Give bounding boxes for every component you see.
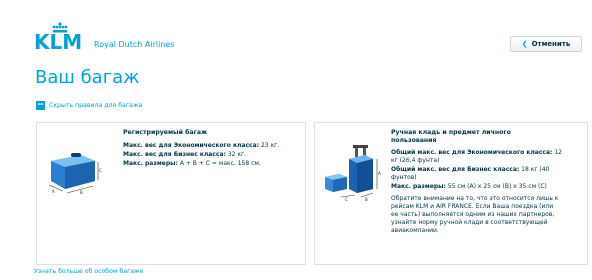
checked-max-size: Макс. размеры: A + B + C = макс. 158 см. bbox=[123, 160, 261, 167]
toggle-baggage-rules-label: Скрыть правила для багажа bbox=[49, 102, 143, 109]
dim-c-label: C bbox=[345, 197, 348, 201]
klm-logo-text: KLM bbox=[34, 30, 83, 54]
cabin-baggage-card: C B A Ручная кладь и предмет личного пол… bbox=[314, 122, 588, 265]
cabin-note-line: авиакомпании. bbox=[391, 227, 439, 234]
cabin-business-weight-cont: фунтов) bbox=[391, 174, 417, 181]
dim-a-label: A bbox=[52, 189, 55, 194]
cabin-note-line: рейсам KLM и AIR FRANCE. Если Ваша поезд… bbox=[391, 203, 554, 210]
cabin-business-weight: Общий макс. вес для Бизнес класса: 18 кг… bbox=[391, 166, 550, 173]
cabin-baggage-title-line1: Ручная кладь и предмет личного bbox=[391, 129, 511, 136]
cabin-economy-weight-cont: кг (26,4 фунта) bbox=[391, 157, 440, 164]
dim-b-label: B bbox=[80, 190, 83, 195]
toggle-baggage-rules[interactable]: − Скрыть правила для багажа bbox=[36, 101, 142, 110]
page-title: Ваш багаж bbox=[35, 67, 140, 88]
checked-baggage-card: A B C Регистрируемый багаж Макс. вес для… bbox=[36, 122, 306, 265]
cancel-button[interactable]: ❮ Отменить bbox=[510, 36, 582, 52]
cabin-suitcase-icon: C B A bbox=[325, 145, 381, 201]
collapse-icon: − bbox=[36, 100, 45, 110]
cabin-note-line: Обратите внимание на то, что это относит… bbox=[391, 195, 559, 202]
checked-suitcase-icon: A B C bbox=[48, 153, 102, 195]
chevron-left-icon: ❮ bbox=[521, 40, 528, 48]
checked-economy-weight: Макс. вес для Экономического класса: 23 … bbox=[123, 142, 280, 149]
cancel-button-label: Отменить bbox=[531, 40, 571, 48]
cabin-max-size: Макс. размеры: 55 см (A) x 25 см (B) x 3… bbox=[391, 183, 547, 190]
cabin-note-line: узнайте норму ручной клади в соответству… bbox=[391, 219, 548, 226]
brand-tagline: Royal Dutch Airlines bbox=[94, 40, 175, 49]
dim-b-label: B bbox=[365, 197, 368, 201]
klm-logo: KLM bbox=[34, 22, 90, 54]
dim-a-label: A bbox=[378, 171, 381, 176]
cabin-economy-weight: Общий макс. вес для Экономического класс… bbox=[391, 149, 562, 156]
cabin-note-line: ее часть) выполняется одним из наших пар… bbox=[391, 211, 555, 218]
checked-baggage-title: Регистрируемый багаж bbox=[123, 129, 208, 136]
special-baggage-link[interactable]: Узнать больше об особом багаже bbox=[34, 268, 144, 275]
dim-c-label: C bbox=[99, 168, 102, 173]
checked-business-weight: Макс. вес для Бизнес класса: 32 кг. bbox=[123, 151, 247, 158]
cabin-baggage-title-line2: пользования bbox=[391, 137, 437, 144]
